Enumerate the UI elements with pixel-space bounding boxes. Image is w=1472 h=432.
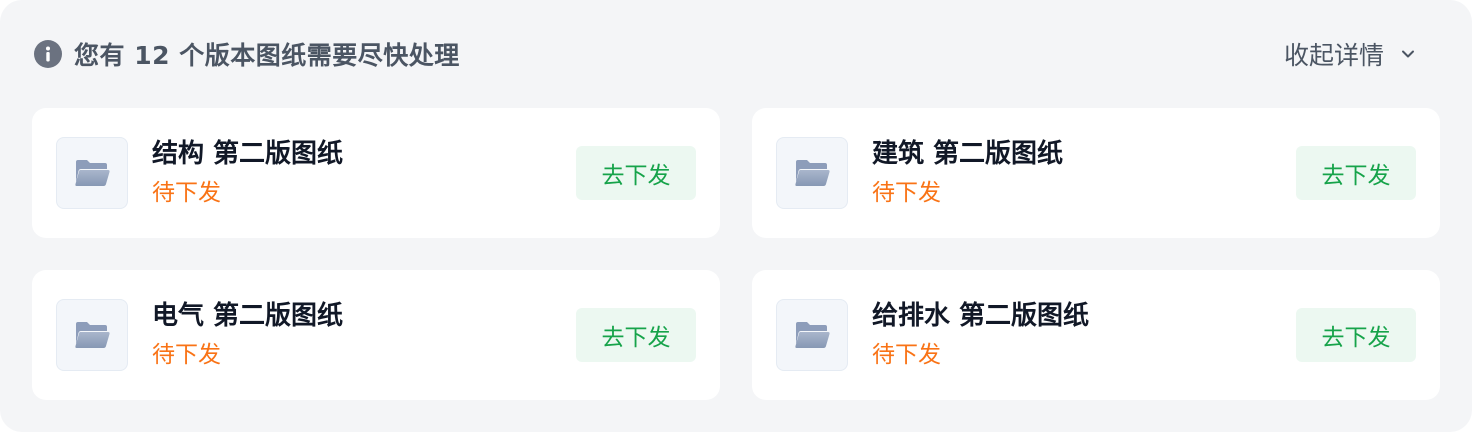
- status-badge: 待下发: [152, 180, 221, 206]
- drawing-cards-grid: 结构 第二版图纸 待下发 去下发 建筑 第二版图纸 待下发 去下发 电气 第二版…: [32, 108, 1440, 400]
- folder-icon: [56, 137, 128, 209]
- card-title: 电气 第二版图纸: [152, 301, 344, 331]
- folder-icon: [776, 137, 848, 209]
- card-text: 电气 第二版图纸 待下发: [152, 298, 343, 372]
- drawing-card: 给排水 第二版图纸 待下发 去下发: [752, 270, 1440, 400]
- pending-drawings-panel: 您有 12 个版本图纸需要尽快处理 收起详情 结构 第二版图纸 待下发 去下发 …: [0, 0, 1472, 432]
- folder-icon: [56, 299, 128, 371]
- status-badge: 待下发: [152, 342, 221, 368]
- card-text: 结构 第二版图纸 待下发: [152, 136, 343, 210]
- status-badge: 待下发: [872, 342, 941, 368]
- drawing-card: 结构 第二版图纸 待下发 去下发: [32, 108, 720, 238]
- collapse-details-toggle[interactable]: 收起详情: [1284, 36, 1416, 72]
- collapse-details-label: 收起详情: [1283, 41, 1384, 70]
- issue-button[interactable]: 去下发: [576, 308, 696, 362]
- header-title: 您有 12 个版本图纸需要尽快处理: [74, 41, 460, 70]
- card-text: 建筑 第二版图纸 待下发: [872, 136, 1063, 210]
- drawing-card: 建筑 第二版图纸 待下发 去下发: [752, 108, 1440, 238]
- card-title: 建筑 第二版图纸: [872, 139, 1064, 169]
- panel-header: 您有 12 个版本图纸需要尽快处理 收起详情: [34, 34, 1438, 74]
- issue-button[interactable]: 去下发: [1296, 308, 1416, 362]
- card-title: 给排水 第二版图纸: [872, 301, 1090, 331]
- issue-button[interactable]: 去下发: [1296, 146, 1416, 200]
- chevron-down-icon: [1400, 46, 1416, 62]
- issue-button[interactable]: 去下发: [576, 146, 696, 200]
- card-text: 给排水 第二版图纸 待下发: [872, 298, 1089, 372]
- status-badge: 待下发: [872, 180, 941, 206]
- card-title: 结构 第二版图纸: [152, 139, 344, 169]
- info-icon: [34, 40, 62, 68]
- drawing-card: 电气 第二版图纸 待下发 去下发: [32, 270, 720, 400]
- folder-icon: [776, 299, 848, 371]
